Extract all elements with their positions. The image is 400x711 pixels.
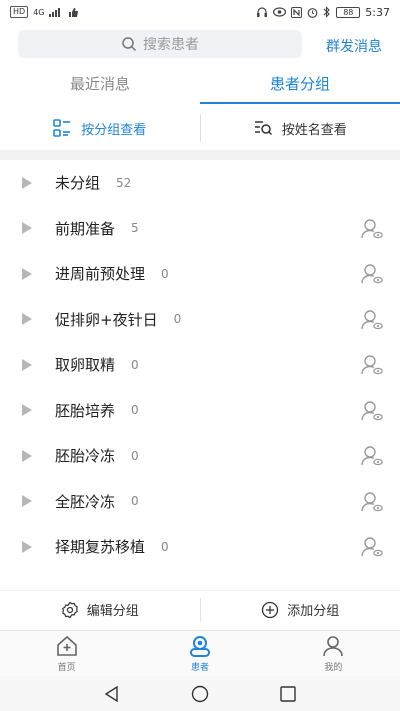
group-name: 胚胎冷冻 — [55, 447, 116, 466]
signal-text: 4G — [33, 7, 45, 17]
expand-caret-icon[interactable] — [22, 358, 32, 371]
expand-caret-icon[interactable] — [22, 222, 32, 235]
nav-profile-label: 我的 — [324, 663, 343, 673]
group-count: 52 — [116, 175, 132, 190]
clock: 5:37 — [365, 5, 390, 19]
home-icon — [56, 635, 77, 656]
group-row[interactable]: 取卵取精 0 — [0, 342, 400, 388]
add-group-label: 添加分组 — [287, 604, 340, 619]
tab-bar: 最近消息 患者分组 — [0, 64, 400, 104]
edit-group-label: 编辑分组 — [86, 604, 139, 619]
group-actions-bar: 编辑分组 添加分组 — [0, 590, 400, 628]
group-count: 0 — [161, 266, 169, 281]
view-by-name-button[interactable]: 按姓名查看 — [201, 119, 400, 138]
edit-group-button[interactable]: 编辑分组 — [0, 600, 200, 619]
tab-recent-messages[interactable]: 最近消息 — [0, 64, 200, 104]
group-name: 未分组 — [55, 174, 101, 193]
back-icon[interactable] — [103, 685, 121, 703]
settings-icon — [61, 601, 78, 618]
group-member-icon[interactable] — [360, 353, 384, 377]
group-name: 取卵取精 — [55, 356, 116, 375]
nav-profile[interactable]: 我的 — [267, 631, 400, 676]
group-name: 胚胎培养 — [55, 401, 116, 420]
signal-icon — [49, 8, 61, 17]
alarm-icon — [307, 7, 318, 18]
group-count: 0 — [173, 312, 182, 327]
screen: HD 4G 88 5:37 搜索患者 群发消息 最近消息 患者分组 按分组查看 … — [0, 0, 400, 711]
group-name: 前期准备 — [55, 219, 116, 238]
group-member-icon[interactable] — [360, 217, 384, 241]
network-chip: HD — [10, 6, 29, 18]
group-row[interactable]: 前期准备 5 — [0, 206, 400, 252]
group-grid-icon — [53, 119, 71, 137]
status-left: HD 4G — [10, 6, 79, 18]
search-input[interactable]: 搜索患者 — [18, 30, 302, 58]
add-circle-icon — [262, 601, 279, 618]
group-count: 0 — [161, 539, 169, 554]
group-name: 进周前预处理 — [55, 265, 146, 284]
group-row[interactable]: 胚胎培养 0 — [0, 388, 400, 434]
bluetooth-icon — [323, 6, 331, 18]
eye-icon — [273, 7, 287, 17]
nav-patients[interactable]: 患者 — [133, 631, 266, 676]
nav-patients-label: 患者 — [190, 663, 209, 673]
home-circle-icon[interactable] — [191, 685, 209, 703]
nav-home-label: 首页 — [57, 663, 76, 673]
view-mode-bar: 按分组查看 按姓名查看 — [0, 106, 400, 150]
headphones-icon — [257, 7, 268, 17]
group-row[interactable]: 择期复苏移植 0 — [0, 524, 400, 570]
nav-home[interactable]: 首页 — [0, 631, 133, 676]
group-member-icon[interactable] — [360, 262, 384, 286]
view-by-group-button[interactable]: 按分组查看 — [0, 119, 200, 138]
view-by-group-label: 按分组查看 — [81, 122, 147, 138]
battery-indicator: 88 — [336, 6, 361, 18]
group-count: 0 — [131, 357, 139, 372]
expand-caret-icon[interactable] — [22, 540, 32, 553]
group-member-icon[interactable] — [360, 535, 384, 559]
expand-caret-icon[interactable] — [22, 176, 32, 189]
group-member-icon[interactable] — [360, 490, 384, 514]
recents-icon[interactable] — [279, 685, 297, 703]
search-placeholder: 搜索患者 — [143, 37, 199, 53]
bottom-nav: 首页 患者 我的 — [0, 630, 400, 676]
group-count: 5 — [131, 221, 139, 236]
group-name: 全胚冷冻 — [55, 492, 116, 511]
status-bar: HD 4G 88 5:37 — [0, 0, 400, 24]
group-row[interactable]: 未分组 52 — [0, 160, 400, 206]
group-member-icon[interactable] — [360, 444, 384, 468]
nfc-icon — [291, 6, 303, 18]
group-name: 促排卵+夜针日 — [55, 310, 158, 329]
group-member-icon[interactable] — [360, 308, 384, 332]
expand-caret-icon[interactable] — [22, 267, 32, 280]
group-list: 未分组 52 前期准备 5 进周前预处理 0 促排卵+夜针日 0 取卵取精 0 胚胎培养 0 胚胎冷冻 0… — [0, 160, 400, 582]
add-group-button[interactable]: 添加分组 — [201, 600, 400, 619]
group-row[interactable]: 促排卵+夜针日 0 — [0, 297, 400, 343]
group-row[interactable]: 全胚冷冻 0 — [0, 479, 400, 525]
tab-patient-groups[interactable]: 患者分组 — [200, 64, 400, 104]
group-count: 0 — [131, 448, 139, 463]
group-count: 0 — [131, 403, 139, 418]
thumbs-up-icon — [69, 7, 79, 17]
profile-icon — [323, 636, 344, 657]
group-row[interactable]: 进周前预处理 0 — [0, 251, 400, 297]
patient-icon — [189, 636, 210, 657]
group-send-button[interactable]: 群发消息 — [326, 36, 382, 56]
list-search-icon — [254, 121, 272, 136]
search-header: 搜索患者 群发消息 — [0, 28, 400, 62]
expand-caret-icon[interactable] — [22, 495, 32, 508]
section-separator — [0, 150, 400, 160]
expand-caret-icon[interactable] — [22, 313, 32, 326]
group-count: 0 — [131, 494, 139, 509]
expand-caret-icon[interactable] — [22, 404, 32, 417]
status-right: 88 5:37 — [256, 6, 390, 19]
search-icon — [122, 37, 137, 52]
view-by-name-label: 按姓名查看 — [281, 122, 347, 138]
expand-caret-icon[interactable] — [22, 449, 32, 462]
system-nav-bar — [0, 676, 400, 711]
group-row[interactable]: 胚胎冷冻 0 — [0, 433, 400, 479]
group-member-icon[interactable] — [360, 399, 384, 423]
group-name: 择期复苏移植 — [55, 538, 146, 557]
